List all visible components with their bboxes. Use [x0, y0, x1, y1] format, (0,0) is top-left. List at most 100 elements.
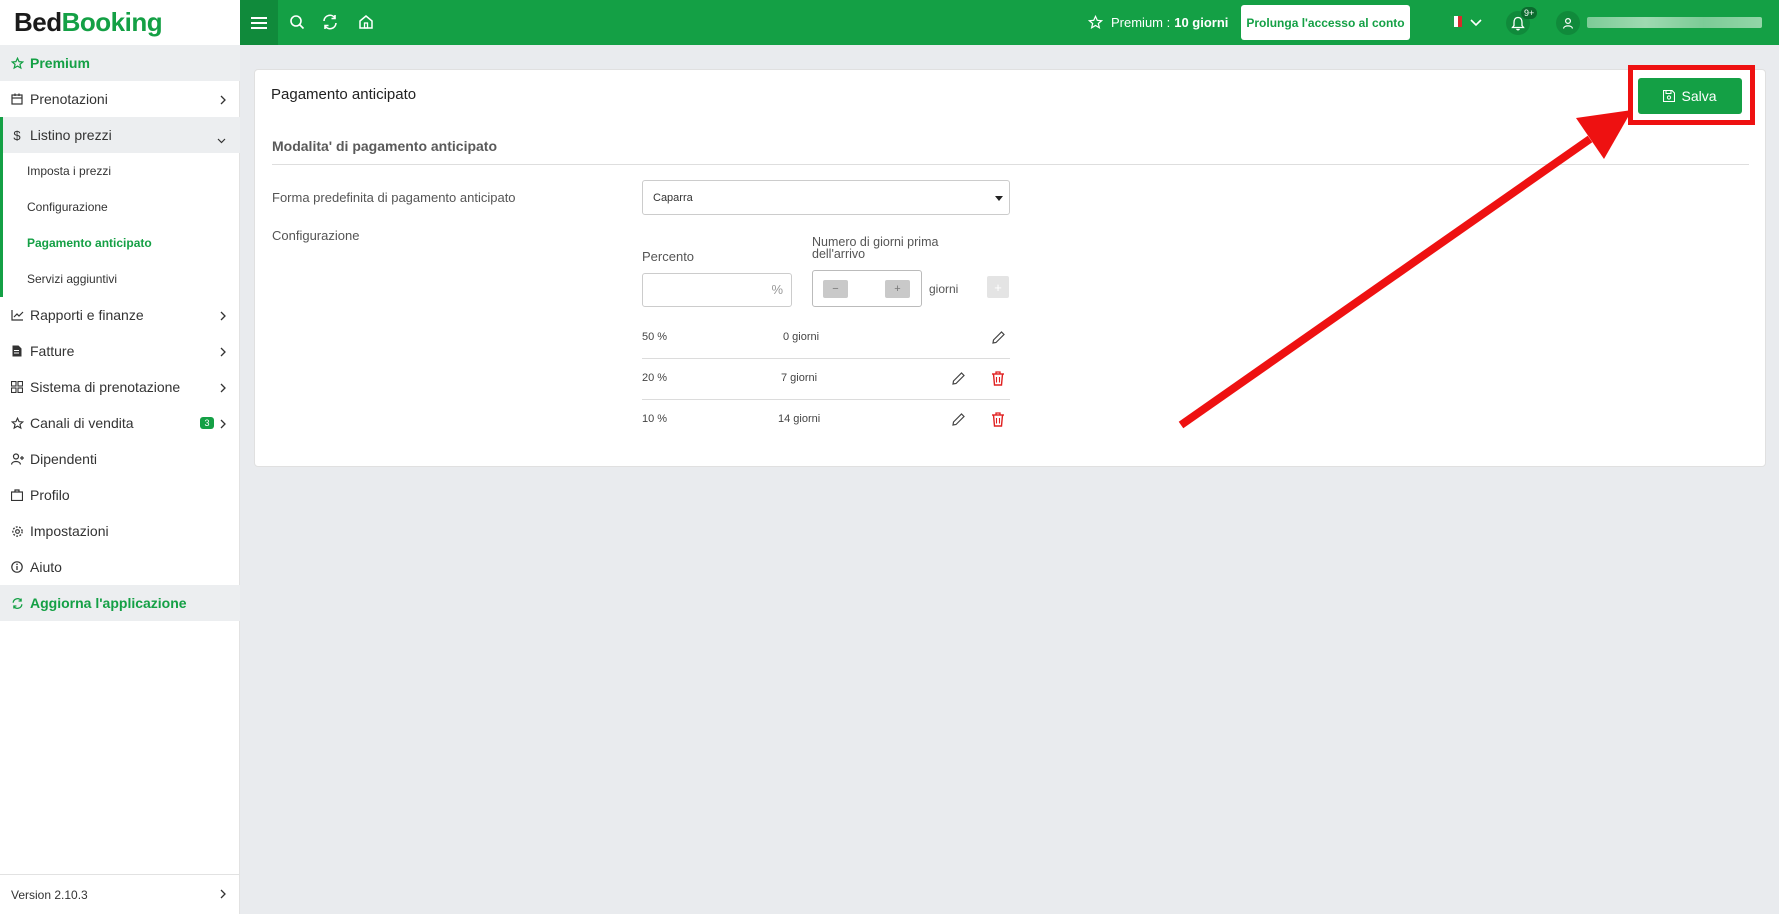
sidebar-item-label: Impostazioni [30, 523, 109, 539]
brand-logo[interactable]: Bed Booking [0, 0, 240, 45]
briefcase-icon [10, 488, 24, 502]
sidebar: Premium Prenotazioni $ Listino prezzi Im… [0, 45, 240, 914]
add-rule-button[interactable]: + [987, 276, 1009, 298]
chevron-right-icon [220, 308, 226, 324]
user-name-redacted[interactable] [1587, 17, 1762, 28]
chart-line-icon [10, 308, 24, 322]
refresh-icon [10, 596, 24, 610]
sidebar-item-label: Aiuto [30, 559, 62, 575]
default-payment-form-select[interactable]: Caparra [642, 180, 1010, 215]
pencil-icon[interactable] [950, 411, 966, 427]
refresh-icon[interactable] [320, 12, 340, 32]
home-icon[interactable] [356, 12, 376, 32]
caret-down-icon [995, 196, 1003, 201]
trash-icon[interactable] [990, 370, 1006, 386]
search-icon[interactable] [287, 12, 307, 32]
row-percent: 50 % [642, 331, 668, 343]
star-outline-icon [10, 416, 24, 430]
brand-part-2: Booking [61, 7, 163, 37]
sidebar-subitem-configurazione[interactable]: Configurazione [0, 189, 240, 225]
user-avatar-icon[interactable] [1556, 11, 1580, 35]
increment-button[interactable]: + [885, 280, 910, 298]
top-bar: Bed Booking Premium : 10 giorni Prolunga … [0, 0, 1779, 45]
sidebar-item-premium[interactable]: Premium [0, 45, 240, 81]
percent-sign: % [771, 282, 783, 297]
percent-input[interactable]: % [642, 273, 792, 307]
default-payment-form-label: Forma predefinita di pagamento anticipat… [272, 190, 516, 205]
star-icon [1088, 15, 1103, 30]
chevron-down-icon [217, 131, 226, 147]
sidebar-subitem-imposta-prezzi[interactable]: Imposta i prezzi [0, 153, 240, 189]
sidebar-item-aggiorna[interactable]: Aggiorna l'applicazione [0, 585, 240, 621]
section-title: Modalita' di pagamento anticipato [272, 138, 498, 154]
chevron-right-icon [220, 380, 226, 396]
pencil-icon[interactable] [990, 329, 1006, 345]
premium-label: Premium : [1111, 15, 1171, 30]
version-label: Version 2.10.3 [11, 887, 88, 902]
dollar-icon: $ [13, 127, 21, 143]
days-unit-label: giorni [929, 282, 959, 296]
sidebar-item-label: Canali di vendita [30, 415, 134, 431]
chevron-right-icon [220, 344, 226, 360]
row-divider [642, 358, 1010, 359]
section-divider [272, 164, 1749, 165]
sidebar-subitem-pagamento-anticipato[interactable]: Pagamento anticipato [0, 225, 240, 261]
extend-access-button[interactable]: Prolunga l'accesso al conto [1241, 5, 1410, 40]
notifications-button[interactable]: 9+ [1506, 7, 1538, 35]
trash-icon[interactable] [990, 411, 1006, 427]
sidebar-item-sistema[interactable]: Sistema di prenotazione [0, 369, 240, 405]
sidebar-item-profilo[interactable]: Profilo [0, 477, 240, 513]
percent-label: Percento [642, 249, 695, 264]
sidebar-item-label: Fatture [30, 343, 75, 359]
notification-badge: 9+ [1521, 7, 1538, 19]
chevron-right-icon [220, 416, 226, 432]
grid-icon [10, 380, 24, 394]
row-divider [642, 399, 1010, 400]
sidebar-item-listino-prezzi[interactable]: $ Listino prezzi [0, 117, 240, 153]
days-stepper[interactable]: − + [812, 270, 922, 307]
sidebar-item-label: Sistema di prenotazione [30, 379, 181, 395]
chevron-right-icon [220, 888, 226, 902]
sidebar-item-label: Premium [30, 55, 90, 71]
configuration-label: Configurazione [272, 228, 360, 243]
premium-status: Premium : 10 giorni [1088, 0, 1228, 45]
chevron-right-icon [220, 92, 226, 108]
sidebar-item-prenotazioni[interactable]: Prenotazioni [0, 81, 240, 117]
sidebar-item-canali[interactable]: Canali di vendita 3 [0, 405, 240, 441]
sidebar-item-label: Prenotazioni [30, 91, 108, 107]
invoice-icon [10, 344, 24, 358]
channels-count-badge: 3 [200, 417, 214, 429]
page-title: Pagamento anticipato [271, 86, 417, 103]
row-days: 0 giorni [783, 331, 820, 343]
row-percent: 10 % [642, 413, 668, 425]
info-icon [10, 560, 24, 574]
sidebar-item-aiuto[interactable]: Aiuto [0, 549, 240, 585]
row-days: 7 giorni [781, 372, 818, 384]
chevron-down-icon[interactable] [1466, 13, 1486, 33]
pencil-icon[interactable] [950, 370, 966, 386]
sidebar-item-label: Dipendenti [30, 451, 97, 467]
italian-flag-icon[interactable] [1450, 16, 1462, 27]
row-percent: 20 % [642, 372, 668, 384]
star-icon [10, 56, 24, 70]
sidebar-item-label: Rapporti e finanze [30, 307, 144, 323]
days-before-arrival-label: Numero di giorni prima dell'arrivo [812, 235, 939, 261]
app-version[interactable]: Version 2.10.3 [0, 874, 240, 914]
sidebar-item-label: Listino prezzi [30, 127, 112, 143]
row-days: 14 giorni [778, 413, 821, 425]
sidebar-subitem-servizi-aggiuntivi[interactable]: Servizi aggiuntivi [0, 261, 240, 297]
sidebar-item-rapporti[interactable]: Rapporti e finanze [0, 297, 240, 333]
sidebar-item-impostazioni[interactable]: Impostazioni [0, 513, 240, 549]
sidebar-item-fatture[interactable]: Fatture [0, 333, 240, 369]
gear-icon [10, 524, 24, 538]
annotation-highlight-box [1628, 65, 1755, 125]
decrement-button[interactable]: − [823, 280, 848, 298]
sidebar-item-label: Aggiorna l'applicazione [30, 595, 187, 611]
user-plus-icon [10, 452, 24, 466]
brand-part-1: Bed [14, 7, 62, 37]
sidebar-item-dipendenti[interactable]: Dipendenti [0, 441, 240, 477]
calendar-icon [10, 92, 24, 106]
advance-payment-card: Pagamento anticipato Salva Modalita' di … [254, 69, 1766, 467]
hamburger-menu-icon[interactable] [240, 0, 278, 45]
premium-days: 10 giorni [1174, 15, 1229, 30]
